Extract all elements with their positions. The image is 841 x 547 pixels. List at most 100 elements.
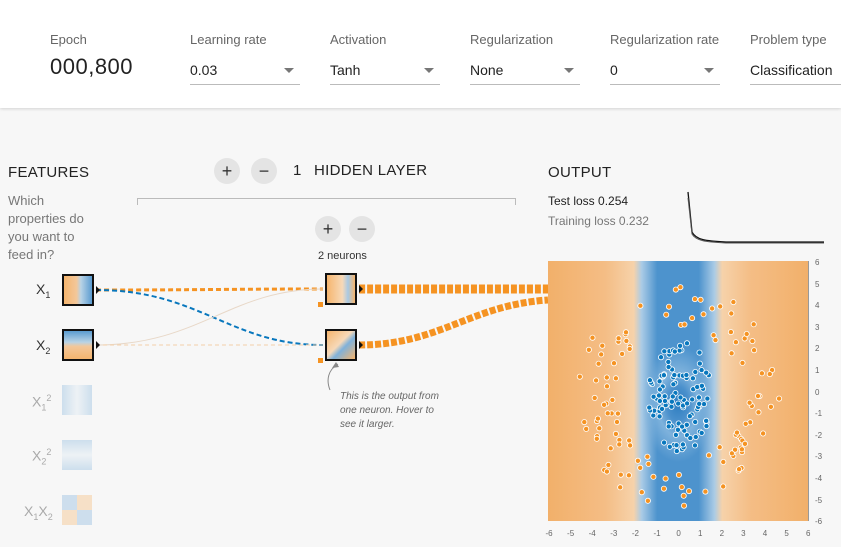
data-point: [644, 497, 651, 504]
link-n2-out: [358, 296, 549, 349]
data-point: [671, 348, 678, 355]
data-point: [661, 439, 668, 446]
data-point: [626, 345, 633, 352]
data-point: [675, 471, 682, 478]
y-tick-label: -5: [815, 495, 823, 505]
x-tick-label: -5: [567, 529, 575, 538]
x-tick-label: -4: [588, 529, 596, 538]
data-point: [683, 340, 690, 347]
feature-x2-squared-thumbnail[interactable]: [62, 440, 92, 470]
data-point: [614, 410, 621, 417]
y-tick-label: -2: [815, 430, 823, 440]
x-tick-label: 3: [741, 529, 746, 538]
link-x1-n2: [95, 289, 324, 346]
data-point: [662, 397, 669, 404]
feature-x2-label: X2: [36, 337, 51, 356]
neuron-1[interactable]: [325, 273, 357, 305]
data-point: [720, 483, 727, 490]
feature-x1-squared-thumbnail[interactable]: [62, 385, 92, 415]
data-point: [673, 442, 680, 449]
data-point: [766, 371, 773, 378]
data-point: [732, 446, 739, 453]
x-tick-label: -2: [631, 529, 639, 538]
x-tick-label: -1: [653, 529, 661, 538]
y-tick-label: 0: [815, 387, 820, 397]
data-points: [576, 284, 783, 509]
feature-x2-thumbnail[interactable]: [62, 329, 94, 361]
data-point: [656, 413, 663, 420]
link-x2-n1: [95, 288, 324, 346]
y-tick-label: 4: [815, 301, 820, 311]
output-heading: OUTPUT: [548, 164, 612, 181]
y-tick-label: 5: [815, 279, 820, 289]
callout-line: [327, 363, 339, 391]
data-point: [685, 488, 692, 495]
data-point: [703, 417, 710, 424]
data-point: [730, 299, 737, 306]
data-point: [732, 339, 739, 346]
data-point: [696, 400, 703, 407]
data-point: [710, 332, 717, 339]
data-point: [661, 348, 668, 355]
data-point: [674, 426, 681, 433]
data-point: [670, 381, 677, 388]
data-point: [743, 331, 750, 338]
data-point: [675, 400, 682, 407]
data-point: [672, 286, 679, 293]
data-point: [583, 425, 590, 432]
data-point: [720, 458, 727, 465]
neuron-2[interactable]: [325, 329, 357, 361]
data-point: [679, 441, 686, 448]
x-tick-label: -3: [610, 529, 618, 538]
data-point: [605, 461, 612, 468]
output-heatmap[interactable]: [548, 261, 808, 521]
data-point: [760, 430, 767, 437]
data-point: [589, 334, 596, 341]
data-point: [614, 418, 621, 425]
x-tick-label: 1: [697, 529, 703, 538]
data-point: [776, 395, 783, 402]
data-point: [665, 358, 672, 365]
data-point: [755, 409, 762, 416]
data-point: [709, 305, 716, 312]
data-point: [637, 464, 644, 471]
data-point: [692, 433, 699, 440]
y-tick-label: -4: [815, 474, 823, 483]
data-point: [626, 437, 633, 444]
data-point: [668, 398, 675, 405]
feature-x1-squared-label: X12: [32, 393, 52, 413]
data-point: [697, 296, 704, 303]
y-tick-label: -1: [815, 409, 823, 419]
data-point: [593, 377, 600, 384]
data-point: [601, 401, 608, 408]
data-point: [681, 321, 688, 328]
data-point: [665, 364, 672, 371]
training-loss: Training loss 0.232: [548, 214, 649, 228]
data-point: [638, 489, 645, 496]
data-point: [742, 420, 749, 427]
data-point: [623, 337, 630, 344]
test-loss: Test loss 0.254: [548, 194, 629, 208]
feature-x1x2-thumbnail[interactable]: [62, 495, 92, 525]
data-point: [684, 400, 691, 407]
data-point: [669, 393, 676, 400]
data-point: [672, 431, 679, 438]
data-point: [677, 394, 684, 401]
data-point: [758, 370, 765, 377]
y-axis: [808, 261, 809, 521]
data-point: [689, 315, 696, 322]
data-point: [754, 392, 761, 399]
data-point: [585, 346, 592, 353]
data-point: [741, 440, 748, 447]
data-point: [673, 448, 680, 455]
data-point: [739, 359, 746, 366]
data-point: [646, 377, 653, 384]
data-point: [599, 342, 606, 349]
x-tick-label: 2: [719, 529, 725, 538]
feature-x1-thumbnail[interactable]: [62, 274, 94, 306]
data-point: [671, 372, 678, 379]
data-point: [692, 418, 699, 425]
y-tick-label: -3: [815, 452, 823, 462]
data-point: [660, 485, 667, 492]
data-point: [604, 383, 611, 390]
